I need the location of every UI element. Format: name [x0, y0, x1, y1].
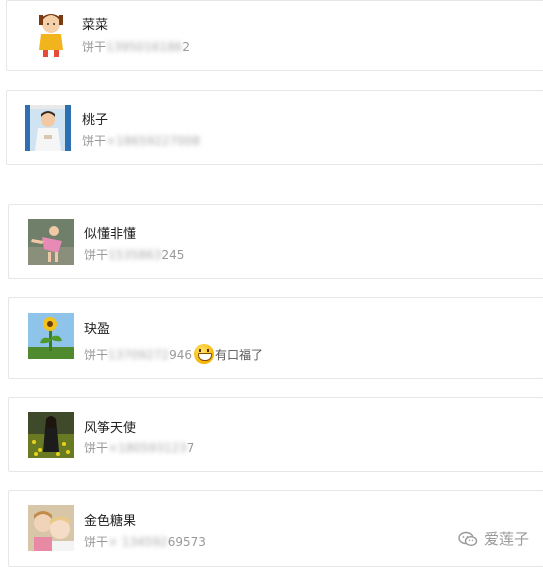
phone-prefix: 饼干	[84, 248, 109, 262]
phone-prefix: 饼干	[84, 535, 109, 549]
contact-card[interactable]: 桃子 饼干+18659227008	[6, 90, 543, 165]
contact-card[interactable]: 玦盈 饼干13709272946 有口福了	[8, 297, 543, 379]
contact-name: 金色糖果	[84, 514, 137, 529]
avatar-cartoon-girl-icon	[29, 10, 73, 58]
phone-visible: 946	[169, 348, 192, 362]
phone-blurred: 1395016186	[106, 40, 183, 54]
contact-name: 风筝天使	[84, 421, 137, 436]
avatar[interactable]	[28, 505, 74, 551]
avatar-child-playing-icon	[28, 219, 74, 265]
phone-visible: 69573	[167, 535, 206, 549]
phone-prefix: 饼干	[84, 441, 109, 455]
contact-phone: 饼干13709272946 有口福了	[84, 344, 263, 364]
phone-blurred: 1535863	[108, 248, 162, 262]
phone-visible: 7	[186, 441, 195, 455]
contact-card[interactable]: 风筝天使 饼干+1805931237	[8, 397, 543, 472]
contact-name: 似懂非懂	[84, 227, 137, 242]
contact-phone: 饼干13950161862	[82, 38, 190, 55]
contact-note: 有口福了	[215, 348, 264, 362]
phone-blurred: + 134592	[108, 535, 168, 549]
contact-name: 菜菜	[82, 18, 109, 33]
phone-prefix: 饼干	[84, 348, 109, 362]
phone-prefix: 饼干	[82, 134, 107, 148]
avatar[interactable]	[29, 10, 73, 58]
avatar[interactable]	[28, 219, 74, 265]
avatar-two-children-photo-icon	[28, 505, 74, 551]
contact-name: 桃子	[82, 113, 109, 128]
phone-visible: 2	[182, 40, 191, 54]
contact-card[interactable]: 似懂非懂 饼干1535863245	[8, 204, 543, 279]
avatar[interactable]	[25, 105, 71, 151]
phone-prefix: 饼干	[82, 40, 107, 54]
wechat-logo-icon	[458, 531, 478, 546]
contact-card[interactable]: 菜菜 饼干13950161862	[6, 0, 543, 71]
watermark: 爱莲子	[458, 528, 529, 549]
avatar-flower-field-photo-icon	[28, 412, 74, 458]
phone-blurred: 13709272	[108, 348, 170, 362]
contact-phone: 饼干+ 13459269573	[84, 533, 206, 550]
contact-phone: 饼干1535863245	[84, 246, 184, 263]
watermark-text: 爱莲子	[483, 530, 529, 548]
contact-phone: 饼干+1805931237	[84, 439, 194, 456]
phone-blurred: +18659227008	[106, 134, 201, 148]
avatar[interactable]	[28, 412, 74, 458]
grin-emoji-icon	[194, 344, 214, 364]
avatar-sunflower-icon	[28, 313, 74, 359]
phone-visible: 245	[161, 248, 185, 262]
avatar[interactable]	[28, 313, 74, 359]
contact-name: 玦盈	[84, 322, 111, 337]
avatar-child-photo-icon	[25, 105, 71, 151]
phone-blurred: +180593123	[108, 441, 187, 455]
contact-phone: 饼干+18659227008	[82, 132, 200, 149]
